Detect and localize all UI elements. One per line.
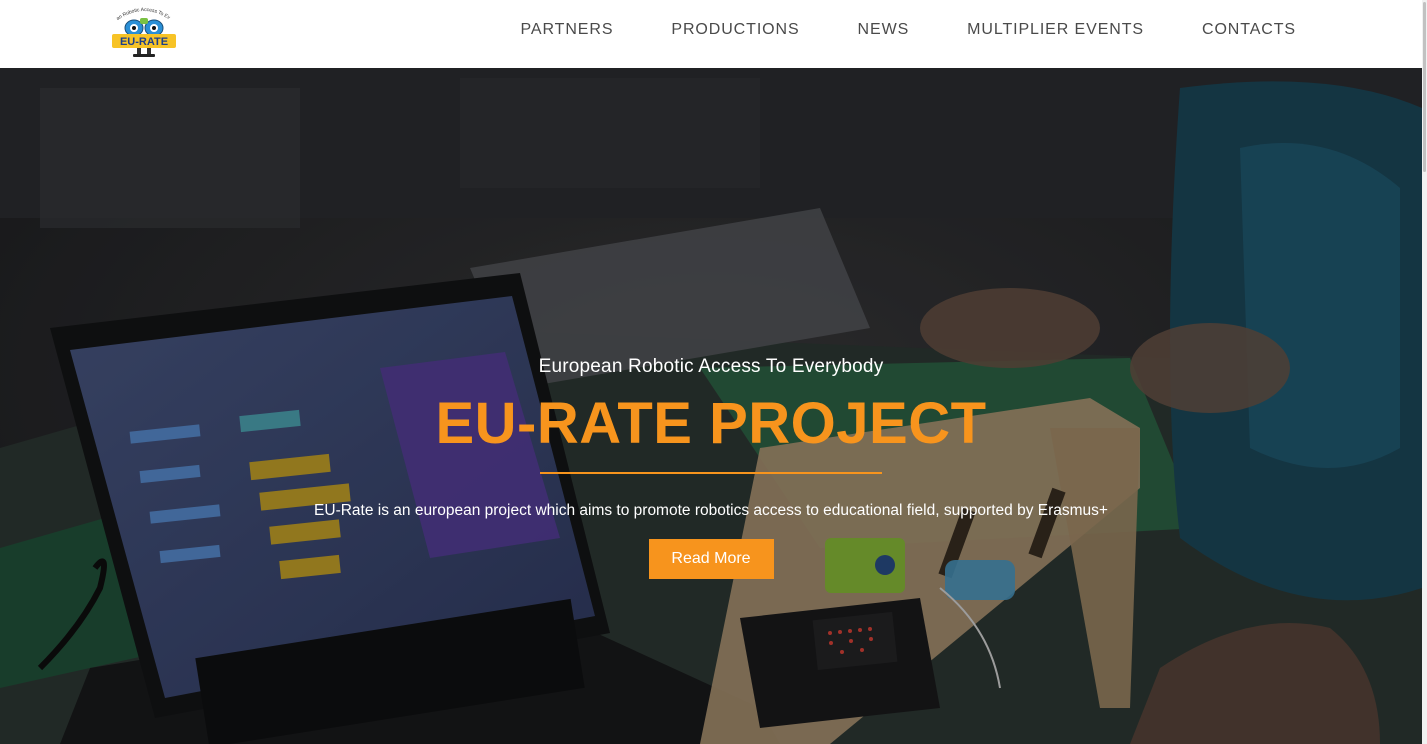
main-nav: PARTNERS PRODUCTIONS NEWS MULTIPLIER EVE… bbox=[521, 0, 1296, 60]
nav-item-productions[interactable]: PRODUCTIONS bbox=[671, 21, 799, 39]
site-logo[interactable]: European Robotic Access To Everybody EU-… bbox=[110, 4, 178, 60]
nav-item-partners[interactable]: PARTNERS bbox=[521, 21, 614, 39]
nav-item-news[interactable]: NEWS bbox=[858, 21, 910, 39]
page-scrollbar[interactable] bbox=[1422, 0, 1427, 744]
scrollbar-thumb[interactable] bbox=[1423, 2, 1426, 172]
svg-text:EU-RATE: EU-RATE bbox=[120, 36, 168, 48]
hero-content: European Robotic Access To Everybody EU-… bbox=[0, 356, 1422, 579]
hero-description: EU-Rate is an european project which aim… bbox=[314, 502, 1108, 519]
hero-section: European Robotic Access To Everybody EU-… bbox=[0, 68, 1422, 744]
hero-tagline: European Robotic Access To Everybody bbox=[538, 356, 884, 377]
nav-item-contacts[interactable]: CONTACTS bbox=[1202, 21, 1296, 39]
hero-title: EU-RATE PROJECT bbox=[435, 391, 987, 456]
site-header: European Robotic Access To Everybody EU-… bbox=[0, 0, 1422, 68]
hero-divider bbox=[540, 472, 882, 474]
read-more-button[interactable]: Read More bbox=[648, 539, 774, 579]
nav-item-multiplier-events[interactable]: MULTIPLIER EVENTS bbox=[967, 21, 1144, 39]
